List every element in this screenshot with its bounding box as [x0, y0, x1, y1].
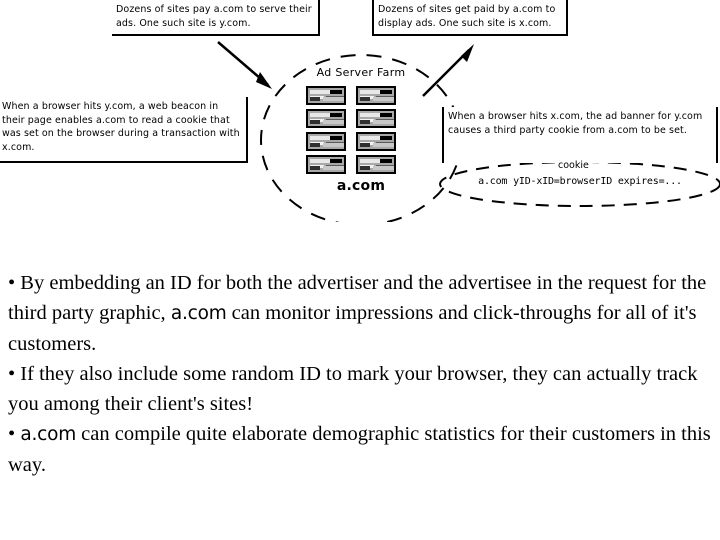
- callout-web-beacon: When a browser hits y.com, a web beacon …: [0, 97, 248, 163]
- bullet-item: • a.com can compile quite elaborate demo…: [8, 419, 714, 480]
- server-icon: [306, 155, 346, 174]
- bullet-item: • If they also include some random ID to…: [8, 359, 714, 419]
- cookie-label: cookie: [555, 160, 592, 171]
- bullet-list: • By embedding an ID for both the advert…: [8, 268, 714, 480]
- server-icon: [306, 132, 346, 151]
- ad-server-farm-title: Ad Server Farm: [316, 66, 406, 79]
- arrow-pay-to-farm: [217, 41, 272, 89]
- bullet-text-part: can compile quite elaborate demographic …: [8, 423, 711, 476]
- bullet-text-part: • If they also include some random ID to…: [8, 363, 698, 415]
- bullet-item: • By embedding an ID for both the advert…: [8, 268, 714, 359]
- bullet-text-part: •: [8, 423, 21, 445]
- server-icon: [356, 155, 396, 174]
- server-icon: [356, 109, 396, 128]
- server-icon: [356, 132, 396, 151]
- server-icon: [306, 86, 346, 105]
- server-icon: [356, 86, 396, 105]
- ad-server-farm-domain-label: a.com: [336, 178, 386, 194]
- callout-ad-banner: When a browser hits x.com, the ad banner…: [442, 107, 718, 163]
- server-rack-grid: [306, 86, 416, 174]
- server-icon: [306, 109, 346, 128]
- inline-domain-acom: a.com: [20, 424, 77, 445]
- cookie-value: a.com yID-xID=browserID expires=...: [478, 176, 682, 187]
- callout-sites-pay: Dozens of sites pay a.com to serve their…: [112, 0, 320, 36]
- slide-canvas: Dozens of sites pay a.com to serve their…: [0, 0, 720, 540]
- callout-sites-get-paid: Dozens of sites get paid by a.com to dis…: [372, 0, 568, 36]
- inline-domain-acom: a.com: [170, 303, 227, 324]
- diagram-region: Dozens of sites pay a.com to serve their…: [0, 0, 720, 222]
